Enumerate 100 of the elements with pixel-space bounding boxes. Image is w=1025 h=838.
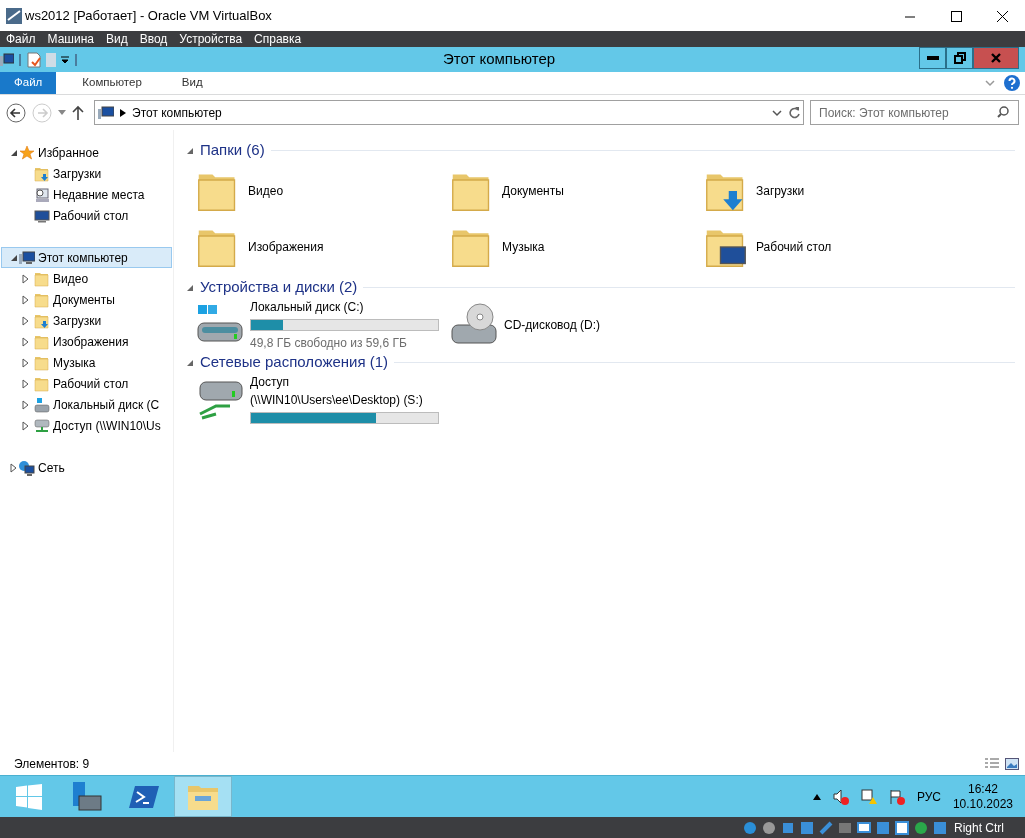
address-field[interactable]: Этот компьютер <box>94 100 804 125</box>
group-title[interactable]: Папки (6) <box>200 139 265 162</box>
folder-name[interactable]: Изображения <box>248 238 324 256</box>
drive-path: (\\WIN10\Users\ee\Desktop) (S:) <box>250 392 424 409</box>
tree-item[interactable]: Локальный диск (C <box>53 395 160 414</box>
network-icon <box>799 819 815 836</box>
collapse-icon[interactable] <box>186 358 194 367</box>
ribbon-tab[interactable]: Компьютер <box>56 72 168 94</box>
dropdown-icon[interactable] <box>772 108 782 117</box>
close-icon <box>990 53 1002 63</box>
collapsed-icon[interactable] <box>21 273 31 284</box>
collapse-icon[interactable] <box>186 283 194 292</box>
clock-date[interactable]: 10.10.2023 <box>952 796 1013 812</box>
menu-item[interactable]: Вид <box>99 31 134 47</box>
tree-item[interactable]: Рабочий стол <box>53 206 129 225</box>
tree-item[interactable]: Этот компьютер <box>38 248 128 267</box>
menu-item[interactable]: Устройства <box>173 31 249 47</box>
computer-icon <box>0 52 14 67</box>
download-folder-icon <box>34 165 50 182</box>
disc-drive-icon <box>450 303 498 347</box>
up-icon[interactable] <box>72 104 84 121</box>
network-drive-icon <box>34 417 50 434</box>
tree-item[interactable]: Избранное <box>38 143 99 162</box>
properties-icon[interactable] <box>26 51 42 68</box>
capture-icon <box>875 819 891 836</box>
menu-item[interactable]: Файл <box>0 31 42 47</box>
tree-item[interactable]: Сеть <box>38 458 65 477</box>
collapsed-icon[interactable] <box>21 294 31 305</box>
tree-item[interactable]: Доступ (\\WIN10\Us <box>53 416 161 435</box>
clock-computer-icon <box>34 186 50 203</box>
download-folder-icon <box>34 312 50 329</box>
tree-item[interactable]: Загрузки <box>53 164 102 183</box>
chevron-icon[interactable] <box>120 108 126 117</box>
collapsed-icon[interactable] <box>9 462 19 473</box>
search-field[interactable]: Поиск: Этот компьютер <box>810 100 1019 125</box>
minimize-icon <box>904 16 916 17</box>
tree-item[interactable]: Видео <box>53 269 89 288</box>
address-path: Этот компьютер <box>132 104 223 122</box>
tree-item[interactable]: Загрузки <box>53 311 102 330</box>
tree-item[interactable]: Изображения <box>53 332 129 351</box>
tiles-view-icon[interactable] <box>1005 757 1019 770</box>
drive-icon <box>34 396 50 413</box>
network-drive-icon <box>196 378 244 422</box>
drive-name[interactable]: Доступ <box>250 373 439 391</box>
hard-disk-icon <box>742 819 758 836</box>
folder-name[interactable]: Загрузки <box>756 182 805 200</box>
flag-error-icon[interactable] <box>888 788 905 805</box>
refresh-icon[interactable] <box>788 105 800 120</box>
star-icon <box>19 144 35 161</box>
language-indicator[interactable]: РУС <box>916 787 941 806</box>
search-icon[interactable] <box>997 106 1009 118</box>
folder-icon <box>34 333 50 350</box>
menu-item[interactable]: Машина <box>41 31 100 47</box>
tree-item[interactable]: Музыка <box>53 353 96 372</box>
keyboard-icon <box>932 819 948 836</box>
drive-name[interactable]: CD-дисковод (D:) <box>504 316 601 334</box>
menu-item[interactable]: Справка <box>248 31 308 47</box>
folder-name[interactable]: Рабочий стол <box>756 238 832 256</box>
show-hidden-icons-icon[interactable] <box>812 793 821 800</box>
network-icon <box>19 459 35 476</box>
tree-item-highlight[interactable]: Этот компьютер <box>1 247 172 268</box>
item-count: Элементов: 9 <box>14 755 90 773</box>
menu-item[interactable]: Ввод <box>133 31 174 47</box>
ribbon-tab[interactable]: Файл <box>0 72 57 94</box>
close-icon <box>996 10 1009 22</box>
help-icon[interactable] <box>1004 75 1020 91</box>
collapsed-icon[interactable] <box>21 420 31 431</box>
collapsed-icon[interactable] <box>21 336 31 347</box>
folder-icon <box>34 291 50 308</box>
ribbon-tab[interactable]: Вид <box>167 72 217 94</box>
expand-ribbon-icon[interactable] <box>984 78 996 88</box>
tree-item[interactable]: Недавние места <box>53 185 145 204</box>
window-title: ws2012 [Работает] - Oracle VM VirtualBox <box>25 6 272 25</box>
display-icon <box>856 819 872 836</box>
collapsed-icon[interactable] <box>21 357 31 368</box>
volume-muted-icon[interactable] <box>832 788 849 805</box>
host-key-label: Right Ctrl <box>954 819 1004 837</box>
folder-name[interactable]: Документы <box>502 182 564 200</box>
network-warning-icon[interactable] <box>860 788 877 805</box>
collapse-icon[interactable] <box>186 146 194 155</box>
tree-item[interactable]: Рабочий стол <box>53 374 129 393</box>
folder-name[interactable]: Видео <box>248 182 284 200</box>
close-button[interactable] <box>973 47 1019 69</box>
group-title[interactable]: Устройства и диски (2) <box>200 276 358 299</box>
folder-name[interactable]: Музыка <box>502 238 545 256</box>
tree-item[interactable]: Документы <box>53 290 115 309</box>
minimize-button[interactable] <box>919 47 946 69</box>
collapsed-icon[interactable] <box>21 378 31 389</box>
drive-name[interactable]: Локальный диск (C:) <box>250 298 439 316</box>
usb-icon <box>818 819 834 836</box>
collapsed-icon[interactable] <box>21 399 31 410</box>
folder-icon <box>34 354 50 371</box>
restore-button[interactable] <box>946 47 973 69</box>
back-icon[interactable] <box>6 102 26 123</box>
optical-disc-icon <box>761 819 777 836</box>
clock-time[interactable]: 16:42 <box>967 781 998 797</box>
group-title[interactable]: Сетевые расположения (1) <box>200 351 389 374</box>
separator-icon <box>73 51 79 68</box>
collapsed-icon[interactable] <box>21 315 31 326</box>
windows-logo-icon <box>16 783 42 810</box>
